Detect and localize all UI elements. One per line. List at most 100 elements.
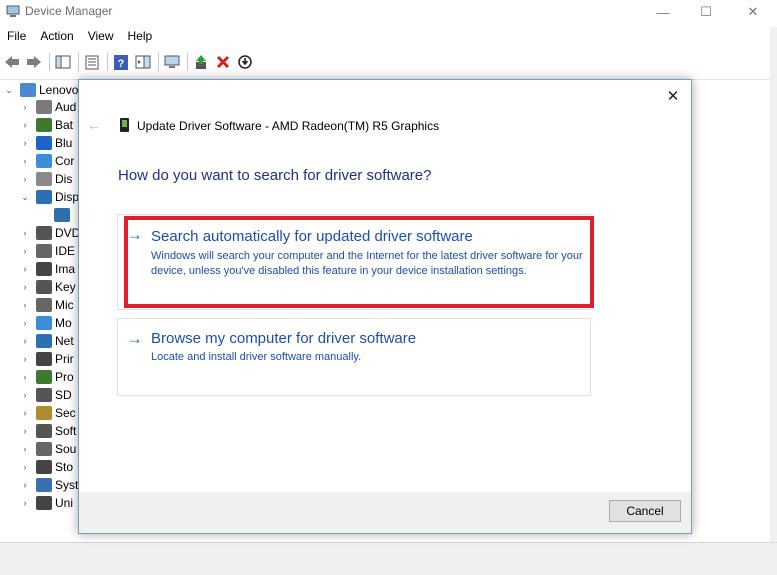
tree-item[interactable]: › DVD [20, 224, 80, 242]
tree-item[interactable] [38, 206, 73, 224]
tree-item-label: Ima [55, 262, 76, 276]
update-driver-icon [196, 54, 206, 69]
tree-item[interactable]: › Dis [20, 170, 72, 188]
chevron-right-icon[interactable]: › [20, 138, 30, 148]
toolbar-separator [187, 53, 188, 71]
chevron-right-icon[interactable]: › [20, 336, 30, 346]
chevron-down-icon[interactable]: ⌄ [20, 192, 30, 202]
tree-item[interactable]: › IDE [20, 242, 75, 260]
tree-item[interactable]: › Cor [20, 152, 74, 170]
tree-item[interactable]: › Mo [20, 314, 72, 332]
software-icon [36, 424, 52, 438]
chevron-right-icon[interactable]: › [20, 282, 30, 292]
tree-item[interactable]: › Aud [20, 98, 76, 116]
tree-item-label: Disp [55, 190, 80, 204]
tree-item[interactable]: › Prir [20, 350, 74, 368]
chevron-right-icon[interactable]: › [20, 498, 30, 508]
tree-item[interactable]: › Net [20, 332, 74, 350]
dvd-icon [36, 226, 52, 240]
chevron-right-icon[interactable]: › [20, 318, 30, 328]
forward-button[interactable] [24, 52, 44, 72]
dialog-footer: Cancel [79, 492, 691, 533]
tree-item[interactable]: › Pro [20, 368, 74, 386]
tree-item-label: IDE [55, 244, 76, 258]
chevron-right-icon[interactable]: › [20, 390, 30, 400]
tree-item-label: Pro [55, 370, 74, 384]
scan-hardware-button[interactable] [162, 52, 182, 72]
chevron-right-icon[interactable]: › [20, 372, 30, 382]
tree-item[interactable]: › SD [20, 386, 72, 404]
tree-item-label: DVD [55, 226, 81, 240]
chevron-right-icon[interactable]: › [20, 408, 30, 418]
tree-item-label: Mo [55, 316, 72, 330]
chevron-right-icon[interactable]: › [20, 156, 30, 166]
printer-icon [36, 352, 52, 366]
menu-help[interactable]: Help [121, 27, 160, 47]
maximize-button[interactable]: ☐ [683, 0, 729, 24]
dialog-back-button[interactable]: ← [87, 117, 101, 133]
storage-icon [36, 460, 52, 474]
tree-item[interactable]: › Key [20, 278, 76, 296]
chevron-right-icon[interactable]: › [20, 462, 30, 472]
back-button[interactable] [2, 52, 22, 72]
tree-item[interactable]: ⌄ Disp [20, 188, 79, 206]
chevron-right-icon[interactable]: › [20, 120, 30, 130]
show-hide-console-tree-button[interactable] [53, 52, 73, 72]
menu-view[interactable]: View [81, 27, 121, 47]
battery-icon [36, 118, 52, 132]
help-button[interactable]: ? [111, 52, 131, 72]
sd-host-icon [36, 388, 52, 402]
tree-item-label: Prir [55, 352, 74, 366]
ide-icon [36, 244, 52, 258]
tree-item-label: SD [55, 388, 72, 402]
tree-item[interactable]: › Sou [20, 440, 76, 458]
chevron-right-icon[interactable]: › [20, 354, 30, 364]
tree-item-label: Bat [55, 118, 74, 132]
chevron-right-icon[interactable]: › [20, 264, 30, 274]
chevron-right-icon[interactable]: › [20, 228, 30, 238]
vertical-scrollbar[interactable] [770, 27, 777, 542]
tree-item[interactable]: › Mic [20, 296, 74, 314]
chevron-right-icon[interactable]: › [20, 480, 30, 490]
disable-device-button[interactable] [235, 52, 255, 72]
tree-item[interactable]: › Ima [20, 260, 75, 278]
toolbar-separator [78, 53, 79, 71]
bluetooth-icon [36, 136, 52, 150]
dialog-close-button[interactable]: ✕ [661, 86, 685, 106]
chevron-right-icon[interactable]: › [20, 426, 30, 436]
tree-item[interactable]: › Sec [20, 404, 76, 422]
chevron-right-icon[interactable]: › [20, 102, 30, 112]
help-icon: ? [114, 54, 128, 70]
chevron-right-icon[interactable]: › [20, 174, 30, 184]
tree-item-label: Dis [55, 172, 73, 186]
uninstall-device-button[interactable] [213, 52, 233, 72]
close-window-button[interactable]: ✕ [730, 0, 776, 24]
disk-icon [36, 172, 52, 186]
chevron-right-icon[interactable]: › [20, 300, 30, 310]
horizontal-scrollbar[interactable] [0, 564, 777, 575]
minimize-button[interactable]: — [640, 0, 686, 24]
tree-item[interactable]: › Sto [20, 458, 73, 476]
tree-item[interactable]: › Syst [20, 476, 78, 494]
system-icon [36, 478, 52, 492]
action-pane-button[interactable] [133, 52, 153, 72]
tree-item-label: Aud [55, 100, 77, 114]
menu-file[interactable]: File [0, 27, 33, 47]
tree-root-item[interactable]: ⌄ Lenovo [4, 81, 78, 99]
update-driver-button[interactable] [191, 52, 211, 72]
tree-item-label: Key [55, 280, 76, 294]
toolbar-separator [158, 53, 159, 71]
tree-item[interactable]: › Bat [20, 116, 73, 134]
properties-button[interactable] [82, 52, 102, 72]
tree-item[interactable]: › Blu [20, 134, 72, 152]
toolbar: ? [0, 50, 777, 74]
chevron-right-icon[interactable]: › [20, 444, 30, 454]
menu-action[interactable]: Action [33, 27, 80, 47]
chevron-down-icon[interactable]: ⌄ [4, 85, 14, 95]
tree-item[interactable]: › Uni [20, 494, 73, 512]
browse-computer-option[interactable]: → Browse my computer for driver software… [117, 318, 591, 396]
chevron-right-icon[interactable]: › [20, 246, 30, 256]
tree-item[interactable]: › Soft [20, 422, 76, 440]
cancel-button[interactable]: Cancel [609, 500, 681, 522]
